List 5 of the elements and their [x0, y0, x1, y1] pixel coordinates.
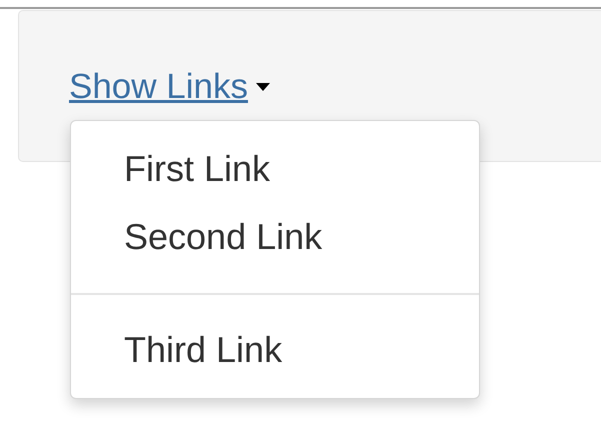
- caret-icon: [256, 83, 270, 91]
- show-links-dropdown[interactable]: Show Links: [69, 67, 270, 107]
- menu-item[interactable]: Third Link: [71, 316, 479, 384]
- menu-item[interactable]: First Link: [71, 135, 479, 203]
- menu-item[interactable]: Second Link: [71, 203, 479, 271]
